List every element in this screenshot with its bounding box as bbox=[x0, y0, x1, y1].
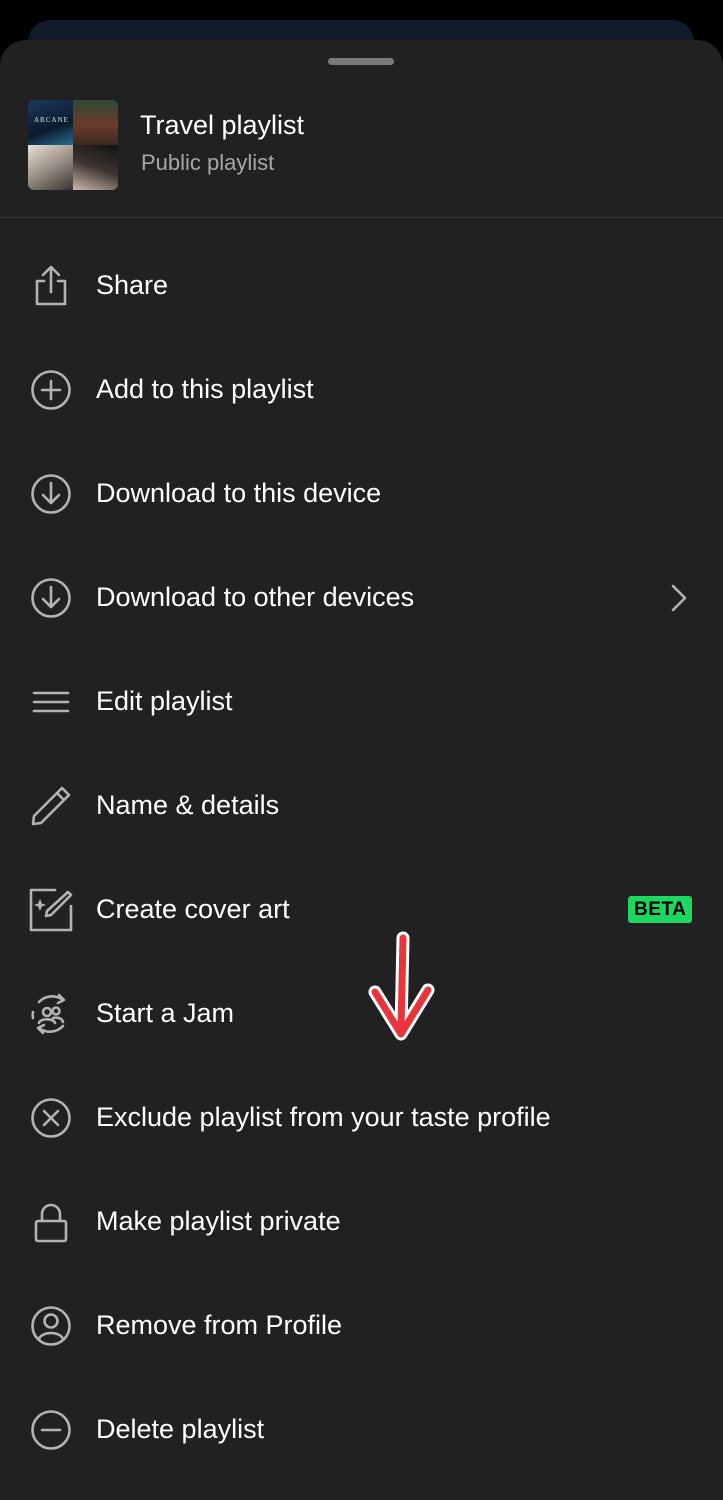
chevron-right-icon bbox=[664, 583, 694, 613]
annotation-arrow-down-icon bbox=[365, 930, 437, 1045]
menu-lines-icon bbox=[29, 680, 73, 724]
menu-item-label: Delete playlist bbox=[96, 1414, 265, 1444]
menu-item-start-jam[interactable]: Start a Jam bbox=[0, 962, 723, 1066]
download-circle-icon bbox=[29, 472, 73, 516]
jam-icon bbox=[29, 992, 73, 1036]
playlist-cover-image: ARCANE bbox=[28, 100, 118, 190]
add-circle-icon bbox=[29, 368, 73, 412]
lock-icon bbox=[29, 1200, 73, 1244]
beta-badge: BETA bbox=[628, 896, 693, 923]
cover-tile-2 bbox=[73, 100, 118, 145]
menu-item-label: Remove from Profile bbox=[96, 1310, 343, 1340]
menu-item-label: Download to other devices bbox=[96, 582, 415, 612]
menu-item-download-other-devices[interactable]: Download to other devices bbox=[0, 546, 723, 650]
playlist-title: Travel playlist bbox=[140, 110, 305, 140]
playlist-header: ARCANE Travel playlist Public playlist bbox=[0, 98, 723, 218]
cover-art-icon bbox=[29, 888, 73, 932]
menu-item-name-details[interactable]: Name & details bbox=[0, 754, 723, 858]
download-circle-icon bbox=[29, 576, 73, 620]
playlist-subtitle: Public playlist bbox=[141, 150, 275, 175]
cover-tile-text: ARCANE bbox=[34, 116, 69, 124]
bottom-sheet: ARCANE Travel playlist Public playlist S… bbox=[0, 40, 723, 1500]
menu-item-label: Create cover art bbox=[96, 894, 290, 924]
menu-item-create-cover-art[interactable]: Create cover art BETA bbox=[0, 858, 723, 962]
share-icon bbox=[29, 264, 73, 308]
exclude-circle-icon bbox=[29, 1096, 73, 1140]
menu-item-label: Add to this playlist bbox=[96, 374, 314, 404]
drag-handle[interactable] bbox=[328, 58, 394, 65]
menu-item-edit-playlist[interactable]: Edit playlist bbox=[0, 650, 723, 754]
minus-circle-icon bbox=[29, 1408, 73, 1452]
header-divider bbox=[0, 217, 723, 218]
menu-item-label: Share bbox=[96, 270, 169, 300]
menu-item-label: Download to this device bbox=[96, 478, 382, 508]
menu-item-share[interactable]: Share bbox=[0, 234, 723, 338]
menu-item-label: Edit playlist bbox=[96, 686, 233, 716]
pencil-icon bbox=[29, 784, 73, 828]
cover-tile-4 bbox=[73, 145, 118, 190]
menu-item-label: Name & details bbox=[96, 790, 280, 820]
menu-item-label: Start a Jam bbox=[96, 998, 235, 1028]
cover-tile-1: ARCANE bbox=[28, 100, 73, 145]
menu-item-make-private[interactable]: Make playlist private bbox=[0, 1170, 723, 1274]
menu-item-label: Exclude playlist from your taste profile bbox=[96, 1102, 551, 1132]
menu-item-delete-playlist[interactable]: Delete playlist bbox=[0, 1378, 723, 1482]
menu-item-remove-from-profile[interactable]: Remove from Profile bbox=[0, 1274, 723, 1378]
menu-item-exclude-taste-profile[interactable]: Exclude playlist from your taste profile bbox=[0, 1066, 723, 1170]
profile-circle-icon bbox=[29, 1304, 73, 1348]
options-menu: Share Add to this playlist Download to t… bbox=[0, 234, 723, 1482]
cover-tile-3 bbox=[28, 145, 73, 190]
menu-item-label: Make playlist private bbox=[96, 1206, 341, 1236]
menu-item-add-to-playlist[interactable]: Add to this playlist bbox=[0, 338, 723, 442]
menu-item-download-this-device[interactable]: Download to this device bbox=[0, 442, 723, 546]
